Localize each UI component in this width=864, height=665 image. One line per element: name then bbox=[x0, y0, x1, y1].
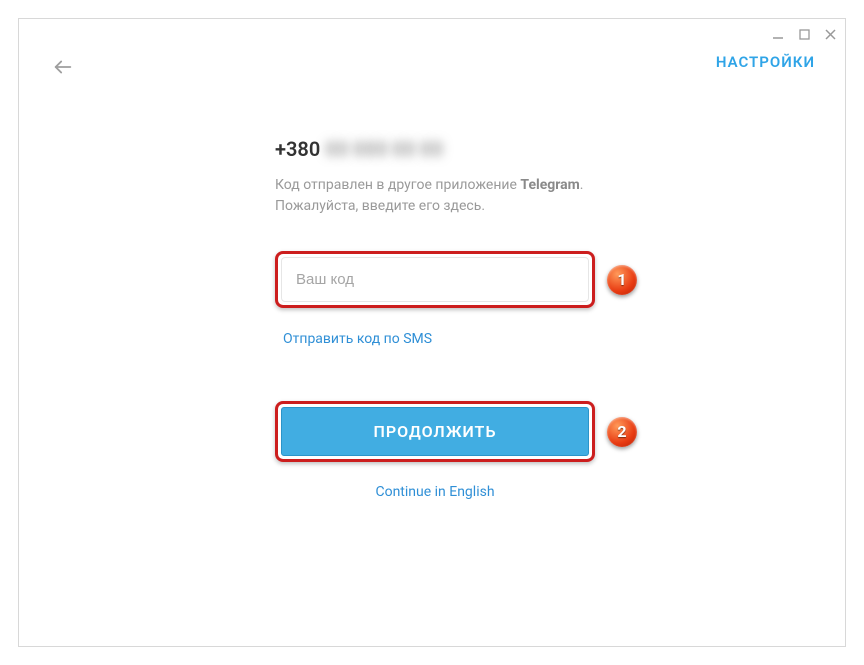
continue-button-wrap: ПРОДОЛЖИТЬ 2 bbox=[275, 401, 595, 462]
close-icon[interactable] bbox=[823, 27, 837, 41]
phone-number: +380 00 000 00 00 bbox=[275, 137, 595, 161]
code-hint-text: Код отправлен в другое приложение Telegr… bbox=[275, 175, 595, 217]
app-window: НАСТРОЙКИ +380 00 000 00 00 Код отправле… bbox=[18, 18, 846, 647]
hint-pre: Код отправлен в другое приложение bbox=[275, 177, 520, 193]
main-content: +380 00 000 00 00 Код отправлен в другое… bbox=[275, 137, 595, 500]
annotation-marker-2: 2 bbox=[607, 417, 637, 447]
hint-post: . bbox=[580, 177, 584, 193]
hint-line2: Пожалуйста, введите его здесь. bbox=[275, 198, 485, 214]
continue-english-link[interactable]: Continue in English bbox=[275, 484, 595, 500]
hint-bold: Telegram bbox=[520, 177, 579, 193]
window-titlebar bbox=[19, 19, 845, 49]
minimize-icon[interactable] bbox=[771, 27, 785, 41]
header: НАСТРОЙКИ bbox=[19, 49, 845, 97]
phone-prefix: +380 bbox=[275, 137, 320, 161]
code-input[interactable] bbox=[281, 257, 589, 302]
maximize-icon[interactable] bbox=[797, 27, 811, 41]
phone-hidden-part: 00 000 00 00 bbox=[325, 137, 443, 161]
settings-link[interactable]: НАСТРОЙКИ bbox=[716, 53, 815, 71]
highlight-box-2: ПРОДОЛЖИТЬ bbox=[275, 401, 595, 462]
highlight-box-1 bbox=[275, 251, 595, 308]
back-arrow-icon[interactable] bbox=[49, 53, 77, 81]
continue-button[interactable]: ПРОДОЛЖИТЬ bbox=[281, 407, 589, 456]
send-sms-link[interactable]: Отправить код по SMS bbox=[283, 331, 432, 347]
annotation-marker-1: 1 bbox=[607, 265, 637, 295]
code-field-wrap: 1 bbox=[275, 251, 595, 308]
